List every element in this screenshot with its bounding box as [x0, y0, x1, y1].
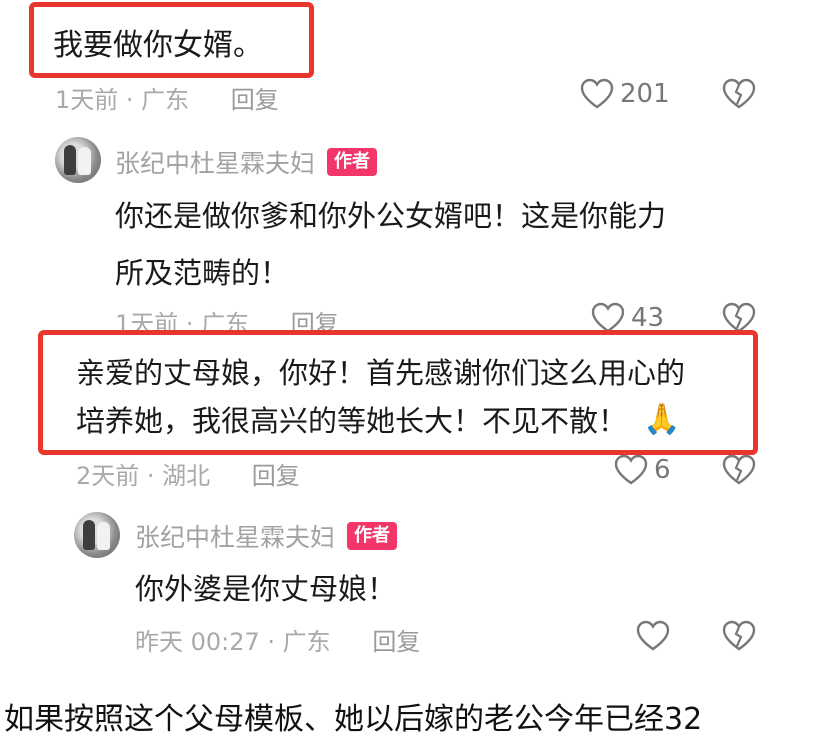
author-line: 张纪中杜星霖夫妇 作者	[135, 518, 398, 554]
comment-text: 我要做你女婿。	[53, 28, 263, 63]
caption-text: 如果按照这个父母模板、她以后嫁的老公今年已经32	[4, 702, 703, 737]
comment-meta: 昨天 00:27 · 广东 回复	[135, 622, 420, 657]
reply-button[interactable]: 回复	[372, 628, 420, 656]
avatar-figure	[78, 147, 91, 175]
heart-outline-icon	[614, 454, 648, 486]
comment-text: 你外婆是你丈母娘！	[135, 572, 397, 606]
broken-heart-icon	[722, 78, 756, 110]
comment-meta: 2天前 · 湖北 回复	[76, 456, 300, 491]
comment-meta: 1天前 · 广东 回复	[55, 80, 279, 115]
avatar[interactable]	[74, 512, 120, 558]
like-count: 6	[654, 455, 671, 485]
comment-time: 昨天 00:27 · 广东	[135, 628, 331, 656]
dislike-button[interactable]	[722, 78, 756, 110]
dislike-button[interactable]	[722, 620, 756, 652]
username[interactable]: 张纪中杜星霖夫妇	[135, 518, 335, 554]
heart-outline-icon	[636, 620, 670, 652]
avatar-figure	[97, 522, 110, 550]
comment-text: 亲爱的丈母娘，你好！首先感谢你们这么用心的	[76, 356, 686, 390]
reply-button[interactable]: 回复	[252, 462, 300, 490]
reply-button[interactable]: 回复	[231, 86, 279, 114]
avatar-figure	[83, 520, 95, 550]
broken-heart-icon	[722, 454, 756, 486]
pray-emoji-icon: 🙏	[643, 401, 681, 437]
author-badge: 作者	[347, 522, 398, 550]
comment-time: 1天前 · 广东	[55, 86, 190, 114]
avatar[interactable]	[55, 137, 101, 183]
like-button[interactable]	[636, 620, 670, 652]
comment-text-line: 培养她，我很高兴的等她长大！不见不散！ 🙏	[76, 398, 680, 440]
author-badge: 作者	[327, 148, 378, 176]
comment-text: 你还是做你爹和你外公女婿吧！这是你能力	[115, 199, 667, 233]
dislike-button[interactable]	[722, 454, 756, 486]
broken-heart-icon	[722, 620, 756, 652]
author-line: 张纪中杜星霖夫妇 作者	[115, 144, 378, 180]
comment-text: 培养她，我很高兴的等她长大！不见不散！	[76, 404, 628, 438]
username[interactable]: 张纪中杜星霖夫妇	[115, 144, 315, 180]
avatar-figure	[64, 145, 76, 175]
comment-text: 所及范畴的！	[115, 256, 290, 290]
comment-time: 2天前 · 湖北	[76, 462, 211, 490]
heart-outline-icon	[580, 78, 614, 110]
like-count: 201	[620, 79, 670, 109]
like-count: 43	[631, 303, 665, 333]
like-button[interactable]: 201	[580, 78, 670, 110]
like-button[interactable]: 6	[614, 454, 671, 486]
